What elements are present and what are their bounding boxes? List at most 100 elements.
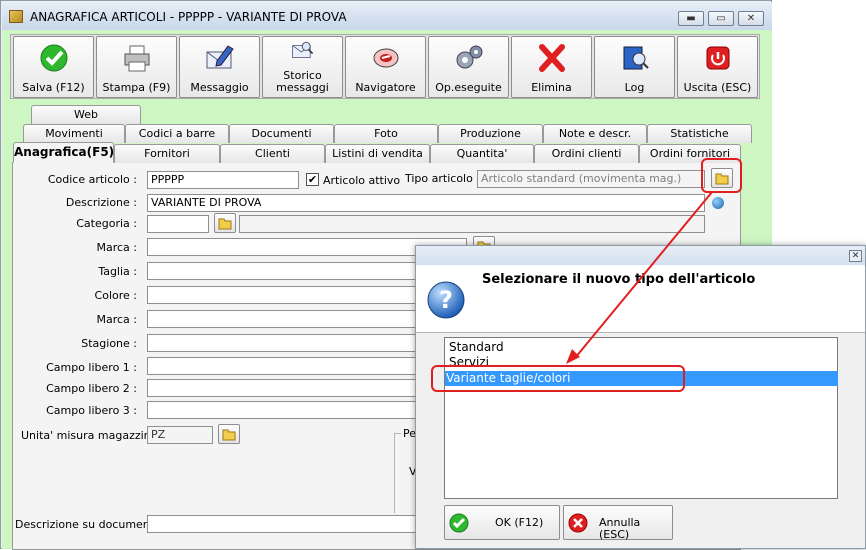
red-x-icon bbox=[538, 44, 565, 72]
log-button[interactable]: Log bbox=[594, 36, 675, 98]
checkmark-icon bbox=[449, 513, 469, 533]
folder-icon bbox=[218, 218, 232, 230]
articolo-attivo-checkbox[interactable]: ✔ bbox=[306, 173, 319, 186]
log-label: Log bbox=[624, 81, 645, 94]
dialog-close-button[interactable]: ✕ bbox=[849, 250, 862, 262]
navigator-button[interactable]: Navigatore bbox=[345, 36, 426, 98]
campo-libero-2-input[interactable] bbox=[147, 379, 417, 397]
select-type-dialog: ✕ ? Selezionare il nuovo tipo dell'artic… bbox=[415, 245, 866, 549]
message-button[interactable]: Messaggio bbox=[179, 36, 260, 98]
dialog-title-bar: ✕ bbox=[416, 246, 865, 265]
operations-done-label: Op.eseguite bbox=[435, 81, 502, 94]
tab-ordini-clienti[interactable]: Ordini clienti bbox=[534, 144, 639, 163]
window-title: ANAGRAFICA ARTICOLI - PPPPP - VARIANTE D… bbox=[30, 10, 347, 24]
envelope-pen-icon bbox=[206, 45, 234, 69]
descrizione-documenti-label: Descrizione su documenti: bbox=[15, 518, 161, 531]
stagione-input[interactable] bbox=[147, 334, 417, 352]
tab-quantita[interactable]: Quantita' bbox=[430, 144, 534, 163]
globe-icon[interactable] bbox=[712, 197, 724, 209]
categoria-input[interactable] bbox=[147, 215, 209, 233]
print-button[interactable]: Stampa (F9) bbox=[96, 36, 177, 98]
dialog-header: ? Selezionare il nuovo tipo dell'articol… bbox=[416, 265, 865, 333]
descrizione-label: Descrizione : bbox=[65, 196, 137, 209]
minimize-button[interactable]: ▬ bbox=[678, 11, 704, 26]
tab-clienti[interactable]: Clienti bbox=[220, 144, 325, 163]
tab-codici-a-barre[interactable]: Codici a barre bbox=[125, 124, 229, 143]
categoria-description bbox=[239, 215, 705, 233]
compass-icon bbox=[373, 48, 398, 68]
tab-note-e-descr[interactable]: Note e descr. bbox=[543, 124, 647, 143]
campo-libero-2-label: Campo libero 2 : bbox=[46, 382, 137, 395]
delete-label: Elimina bbox=[531, 81, 572, 94]
exit-label: Uscita (ESC) bbox=[683, 81, 752, 94]
tab-anagrafica[interactable]: Anagrafica(F5) bbox=[13, 142, 114, 163]
colore-label: Colore : bbox=[94, 289, 137, 302]
book-search-icon bbox=[623, 46, 649, 70]
tipo-articolo-input[interactable]: Articolo standard (movimenta mag.) bbox=[477, 170, 705, 188]
unita-misura-label: Unita' misura magazzino : bbox=[21, 429, 165, 442]
marca2-input[interactable] bbox=[147, 310, 417, 328]
tab-foto[interactable]: Foto bbox=[334, 124, 438, 143]
tipo-articolo-label: Tipo articolo : bbox=[405, 172, 481, 185]
campo-libero-3-label: Campo libero 3 : bbox=[46, 404, 137, 417]
categoria-label: Categoria : bbox=[76, 217, 137, 230]
unita-misura-input[interactable]: PZ bbox=[147, 426, 213, 444]
svg-text:?: ? bbox=[439, 286, 453, 314]
exit-button[interactable]: Uscita (ESC) bbox=[677, 36, 758, 98]
tab-statistiche[interactable]: Statistiche bbox=[647, 124, 752, 143]
question-icon: ? bbox=[427, 281, 465, 319]
maximize-button[interactable]: ▭ bbox=[708, 11, 734, 26]
power-icon bbox=[706, 46, 729, 70]
ok-label: OK (F12) bbox=[495, 516, 544, 529]
marca2-label: Marca : bbox=[96, 313, 137, 326]
descrizione-input[interactable]: VARIANTE DI PROVA bbox=[147, 194, 705, 212]
codice-articolo-input[interactable]: PPPPP bbox=[147, 171, 299, 189]
ok-button[interactable]: OK (F12) bbox=[444, 505, 560, 540]
categoria-folder-button[interactable] bbox=[214, 213, 236, 233]
print-label: Stampa (F9) bbox=[102, 81, 171, 94]
tab-documenti[interactable]: Documenti bbox=[229, 124, 334, 143]
descrizione-documenti-input[interactable] bbox=[147, 515, 417, 533]
tab-fornitori[interactable]: Fornitori bbox=[114, 144, 220, 163]
dialog-header-text: Selezionare il nuovo tipo dell'articolo bbox=[482, 272, 756, 287]
gears-icon bbox=[456, 45, 482, 69]
cancel-button[interactable]: Annulla (ESC) bbox=[563, 505, 673, 541]
campo-libero-3-input[interactable] bbox=[147, 401, 417, 419]
app-icon bbox=[9, 10, 23, 23]
toolbar: Salva (F12) Stampa (F9) Messaggio Storic… bbox=[10, 34, 760, 99]
delete-button[interactable]: Elimina bbox=[511, 36, 592, 98]
tab-listini-di-vendita[interactable]: Listini di vendita bbox=[325, 144, 430, 163]
stagione-label: Stagione : bbox=[81, 337, 137, 350]
message-label: Messaggio bbox=[190, 81, 249, 94]
highlight-box-folder bbox=[701, 158, 742, 193]
checkmark-icon bbox=[40, 44, 67, 72]
folder-icon bbox=[222, 429, 236, 441]
red-x-icon bbox=[568, 513, 588, 533]
navigator-label: Navigatore bbox=[355, 81, 416, 94]
tab-web[interactable]: Web bbox=[31, 105, 141, 124]
tab-movimenti[interactable]: Movimenti bbox=[23, 124, 125, 143]
message-history-button[interactable]: Storico messaggi bbox=[262, 36, 343, 98]
save-button[interactable]: Salva (F12) bbox=[13, 36, 94, 98]
type-listbox[interactable]: Standard Servizi Variante taglie/colori bbox=[444, 337, 838, 499]
envelope-search-icon bbox=[291, 42, 313, 58]
cancel-label: Annulla (ESC) bbox=[599, 516, 641, 541]
message-history-label: Storico messaggi bbox=[263, 70, 342, 94]
message-history-label-line2: messaggi bbox=[276, 81, 329, 94]
title-bar: ANAGRAFICA ARTICOLI - PPPPP - VARIANTE D… bbox=[2, 2, 772, 30]
articolo-attivo-label: Articolo attivo bbox=[323, 174, 401, 187]
taglia-input[interactable] bbox=[147, 262, 417, 280]
save-label: Salva (F12) bbox=[22, 81, 85, 94]
operations-done-button[interactable]: Op.eseguite bbox=[428, 36, 509, 98]
close-button[interactable]: ✕ bbox=[738, 11, 764, 26]
campo-libero-1-input[interactable] bbox=[147, 357, 417, 375]
list-item-standard[interactable]: Standard bbox=[448, 340, 837, 355]
printer-icon bbox=[124, 45, 149, 72]
unita-misura-folder-button[interactable] bbox=[218, 424, 240, 444]
taglia-label: Taglia : bbox=[98, 265, 137, 278]
marca-label: Marca : bbox=[96, 241, 137, 254]
codice-articolo-label: Codice articolo : bbox=[47, 173, 137, 186]
colore-input[interactable] bbox=[147, 286, 417, 304]
tab-produzione[interactable]: Produzione bbox=[438, 124, 543, 143]
highlight-box-option bbox=[431, 365, 685, 392]
